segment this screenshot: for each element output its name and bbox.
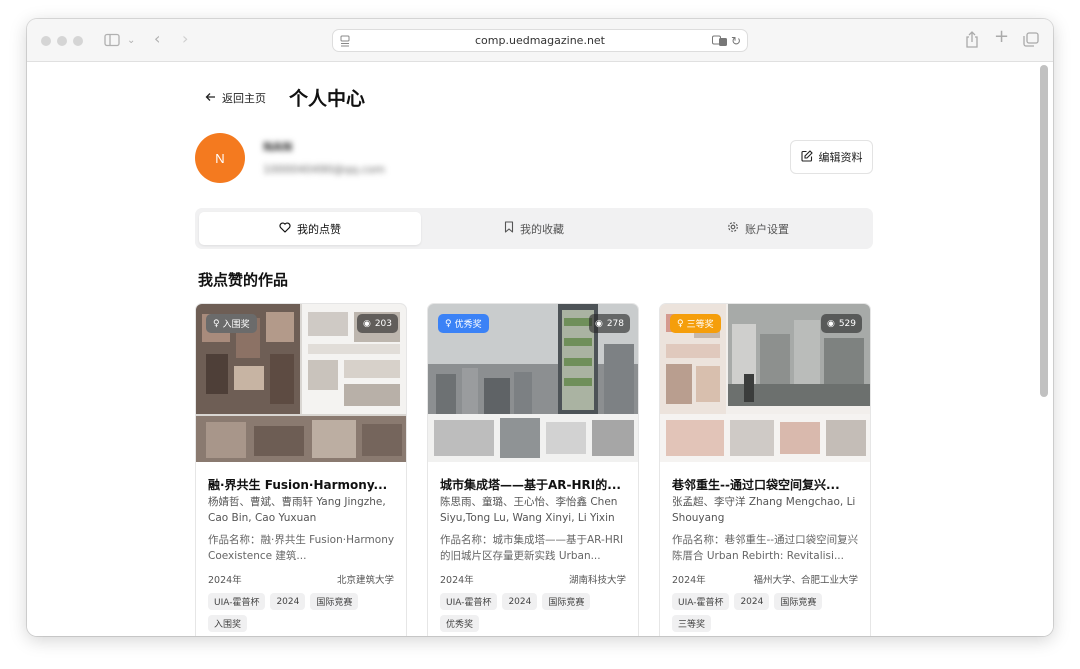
- award-badge: ♀ 入围奖: [206, 314, 257, 333]
- view-count: ◉ 529: [820, 314, 862, 333]
- share-icon[interactable]: [965, 31, 979, 51]
- avatar: N: [195, 133, 245, 183]
- tag-list: UIA-霍普杯 2024 国际竞赛 三等奖: [672, 593, 862, 632]
- view-count-value: 278: [606, 318, 624, 329]
- scrollbar-track[interactable]: [1039, 62, 1051, 636]
- scrollbar-thumb[interactable]: [1040, 65, 1048, 397]
- work-authors: 张孟超、李守洋 Zhang Mengchao, Li Shouyang: [672, 496, 856, 524]
- tag[interactable]: 2024: [270, 593, 306, 610]
- award-badge-label: 入围奖: [222, 320, 250, 330]
- work-authors: 杨婧哲、曹斌、曹雨轩 Yang Jingzhe, Cao Bin, Cao Yu…: [208, 496, 386, 524]
- tab-overview-icon[interactable]: [1023, 32, 1039, 50]
- award-badge: ♀ 优秀奖: [438, 314, 489, 333]
- eye-icon: ◉: [594, 318, 603, 329]
- view-count: ◉ 278: [588, 314, 630, 333]
- work-name: 作品名称：融·界共生 Fusion·Harmony Coexistence 建筑…: [208, 534, 395, 562]
- bookmark-icon: [504, 221, 514, 236]
- page-title: 个人中心: [289, 88, 366, 110]
- tab-likes-label: 我的点赞: [297, 222, 341, 236]
- back-nav-icon[interactable]: ‹: [154, 31, 160, 47]
- eye-icon: ◉: [826, 318, 835, 329]
- chevron-down-icon[interactable]: ⌄: [127, 34, 135, 48]
- browser-toolbar: ⌄ ‹ › comp.uedmagazine.net ↻ +: [27, 19, 1053, 62]
- award-badge-label: 优秀奖: [454, 320, 482, 330]
- tag[interactable]: 2024: [502, 593, 538, 610]
- close-window-button[interactable]: [41, 36, 51, 46]
- page-content: 返回主页 个人中心 N NAN 1000040490@qq.com 编辑资料 我…: [27, 62, 1053, 636]
- tag[interactable]: UIA-霍普杯: [440, 593, 498, 610]
- work-thumbnail[interactable]: ♀ 三等奖 ◉ 529: [660, 304, 870, 462]
- tag[interactable]: 国际竞赛: [774, 593, 823, 610]
- award-icon: ♀: [677, 318, 684, 329]
- work-title[interactable]: 融·界共生 Fusion·Harmony...: [208, 476, 398, 493]
- award-badge: ♀ 三等奖: [670, 314, 721, 333]
- work-title[interactable]: 巷邻重生--通过口袋空间复兴...: [672, 476, 862, 493]
- zoom-window-button[interactable]: [73, 36, 83, 46]
- view-count-value: 203: [374, 318, 392, 329]
- tag[interactable]: UIA-霍普杯: [208, 593, 266, 610]
- translate-icon[interactable]: [712, 35, 728, 52]
- tag-list: UIA-霍普杯 2024 国际竞赛 入围奖: [208, 593, 398, 632]
- tag[interactable]: UIA-霍普杯: [672, 593, 730, 610]
- work-year: 2024年: [440, 575, 474, 586]
- tab-favorites-label: 我的收藏: [520, 222, 564, 236]
- work-school: 北京建筑大学: [336, 575, 394, 586]
- work-year: 2024年: [672, 575, 706, 586]
- work-card[interactable]: ♀ 入围奖 ◉ 203 融·界共生 Fusion·Harmony... 杨婧哲、…: [195, 303, 407, 636]
- tab-favorites[interactable]: 我的收藏: [423, 212, 645, 245]
- profile-tabs: 我的点赞 我的收藏 账户设置: [195, 208, 873, 249]
- tab-settings[interactable]: 账户设置: [647, 212, 869, 245]
- award-icon: ♀: [213, 318, 220, 329]
- view-count: ◉ 203: [356, 314, 398, 333]
- arrow-left-icon: [205, 92, 216, 105]
- gear-icon: [727, 221, 739, 236]
- award-badge-label: 三等奖: [686, 320, 714, 330]
- reload-icon[interactable]: ↻: [731, 34, 741, 48]
- work-year: 2024年: [208, 575, 242, 586]
- tag[interactable]: 优秀奖: [440, 615, 480, 632]
- back-home-link[interactable]: 返回主页: [205, 90, 266, 106]
- tag[interactable]: 国际竞赛: [542, 593, 591, 610]
- edit-icon: [800, 149, 813, 165]
- browser-window: ⌄ ‹ › comp.uedmagazine.net ↻ + 返回主页 个人中心…: [27, 19, 1053, 636]
- view-count-value: 529: [838, 318, 856, 329]
- url-text: comp.uedmagazine.net: [475, 34, 605, 47]
- work-school: 福州大学、合肥工业大学: [753, 575, 858, 586]
- tag[interactable]: 2024: [734, 593, 770, 610]
- tag[interactable]: 国际竞赛: [310, 593, 359, 610]
- work-card[interactable]: ♀ 三等奖 ◉ 529 巷邻重生--通过口袋空间复兴... 张孟超、李守洋 Zh…: [659, 303, 871, 636]
- user-email: 1000040490@qq.com: [263, 163, 385, 176]
- eye-icon: ◉: [362, 318, 371, 329]
- work-thumbnail[interactable]: ♀ 优秀奖 ◉ 278: [428, 304, 638, 462]
- back-home-label: 返回主页: [222, 92, 266, 105]
- sidebar-toggle-icon[interactable]: [104, 33, 120, 50]
- tab-likes[interactable]: 我的点赞: [199, 212, 421, 245]
- work-thumbnail[interactable]: ♀ 入围奖 ◉ 203: [196, 304, 406, 462]
- work-name: 作品名称：巷邻重生--通过口袋空间复兴陈厝合 Urban Rebirth: Re…: [672, 534, 859, 562]
- work-card[interactable]: ♀ 优秀奖 ◉ 278 城市集成塔——基于AR-HRI的... 陈思雨、童璐、王…: [427, 303, 639, 636]
- section-title: 我点赞的作品: [198, 271, 289, 289]
- new-tab-icon[interactable]: +: [994, 28, 1009, 46]
- tag[interactable]: 入围奖: [208, 615, 248, 632]
- user-name: NAN: [263, 140, 293, 154]
- tag[interactable]: 三等奖: [672, 615, 712, 632]
- tab-settings-label: 账户设置: [745, 222, 789, 236]
- forward-nav-icon[interactable]: ›: [182, 31, 188, 47]
- edit-profile-button[interactable]: 编辑资料: [790, 140, 873, 174]
- heart-icon: [279, 221, 291, 236]
- award-icon: ♀: [445, 318, 452, 329]
- address-bar[interactable]: comp.uedmagazine.net ↻: [332, 29, 748, 52]
- tag-list: UIA-霍普杯 2024 国际竞赛 优秀奖: [440, 593, 630, 632]
- minimize-window-button[interactable]: [57, 36, 67, 46]
- work-school: 湖南科技大学: [568, 575, 626, 586]
- work-authors: 陈思雨、童璐、王心怡、李怡鑫 Chen Siyu,Tong Lu, Wang X…: [440, 496, 618, 524]
- work-name: 作品名称：城市集成塔——基于AR-HRI的旧城片区存量更新实践 Urban...: [440, 534, 624, 562]
- work-title[interactable]: 城市集成塔——基于AR-HRI的...: [440, 476, 630, 493]
- edit-profile-label: 编辑资料: [818, 151, 863, 164]
